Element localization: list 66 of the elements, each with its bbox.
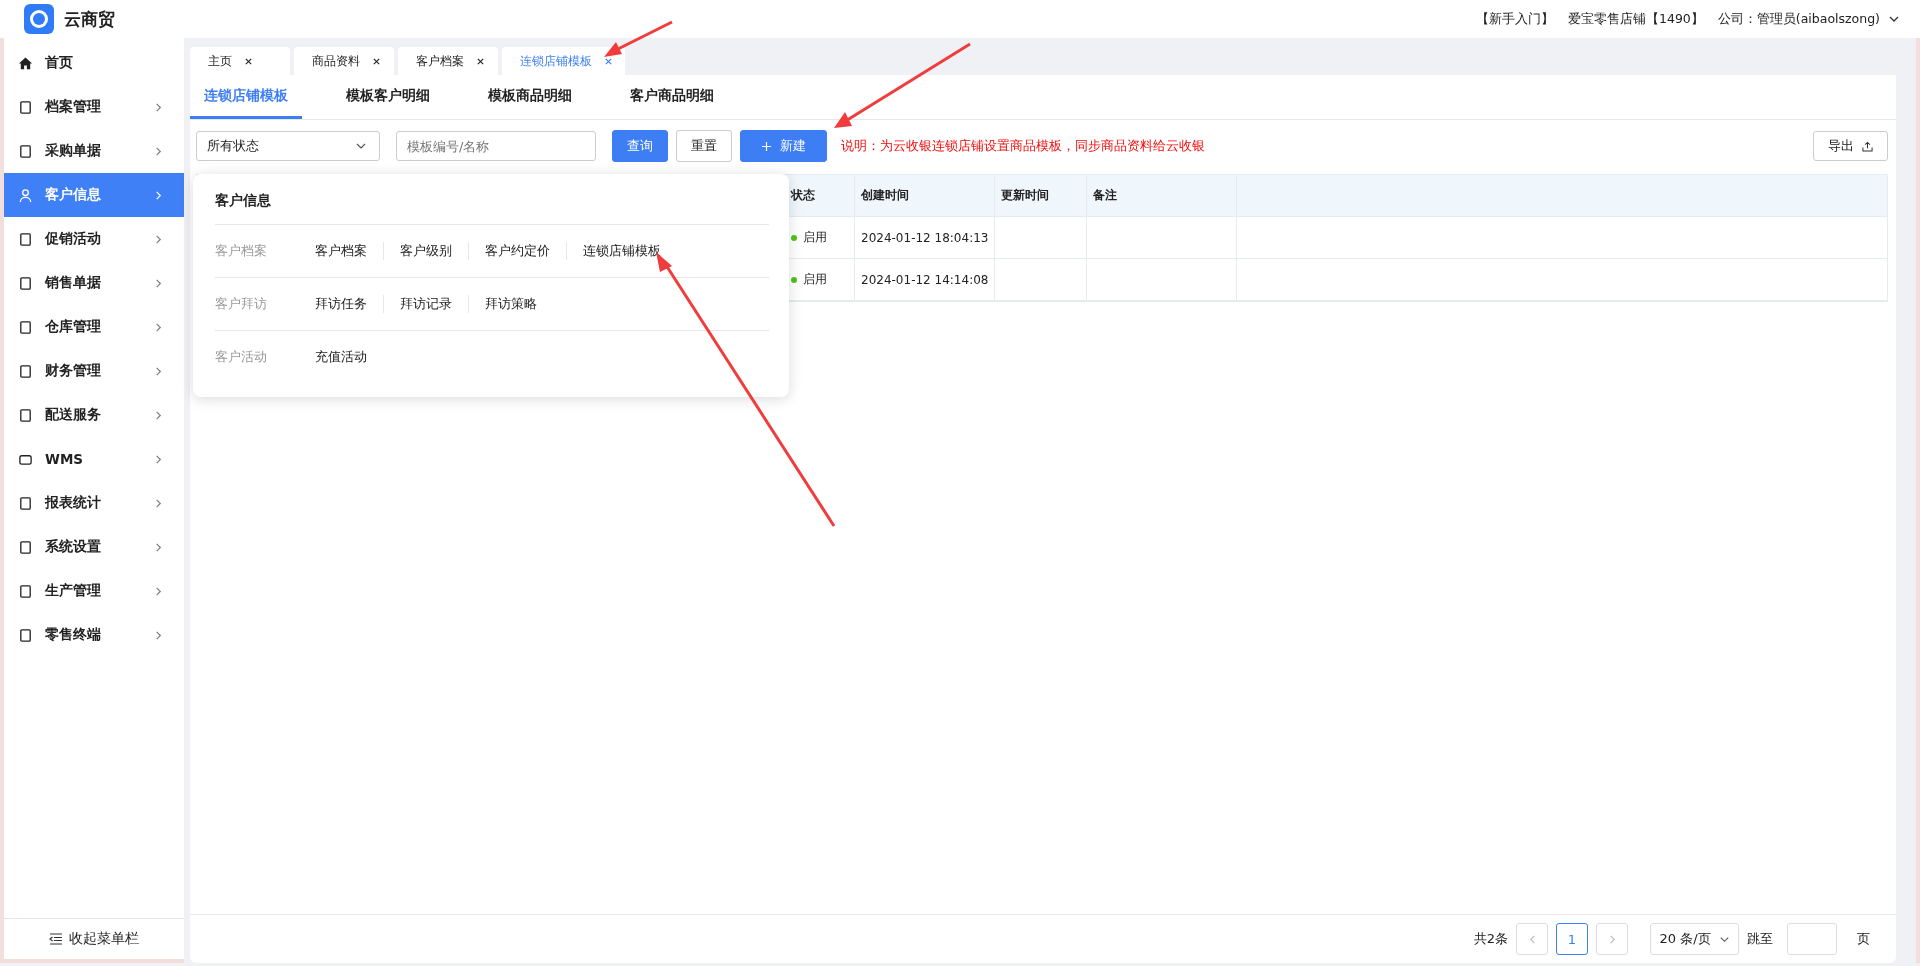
sidebar-item[interactable]: 档案管理 — [4, 85, 184, 129]
popup-menu-item[interactable]: 客户级别 — [383, 242, 468, 260]
annotation-arrow — [604, 20, 673, 57]
page-tab[interactable]: 客户档案 — [398, 47, 498, 75]
upload-icon — [1862, 140, 1873, 152]
sidebar-item[interactable]: 首页 — [4, 41, 184, 85]
sidebar-item[interactable]: 配送服务 — [4, 393, 184, 437]
popup-menu-item[interactable]: 拜访任务 — [315, 295, 383, 313]
page-suffix: 页 — [1857, 930, 1870, 948]
status-text: 启用 — [803, 229, 827, 246]
app-logo-icon — [24, 4, 54, 34]
app-name: 云商贸 — [64, 7, 115, 31]
table-cell: 2024-01-12 14:14:08 — [861, 272, 989, 287]
page-jump-field[interactable] — [1787, 923, 1837, 955]
sidebar-item[interactable]: 财务管理 — [4, 349, 184, 393]
sub-tab[interactable]: 模板商品明细 — [474, 75, 586, 119]
export-button[interactable]: 导出 — [1813, 131, 1888, 161]
sidebar-item[interactable]: 零售终端 — [4, 613, 184, 657]
close-icon[interactable] — [476, 56, 485, 66]
collapse-icon — [49, 933, 63, 945]
sidebar-item[interactable]: 仓库管理 — [4, 305, 184, 349]
collapse-menu-button[interactable]: 收起菜单栏 — [4, 918, 184, 959]
table-cell: 2024-01-12 18:04:13 — [861, 230, 989, 245]
header-link[interactable]: 【新手入门】 — [1476, 10, 1554, 28]
popup-menu-item[interactable]: 拜访策略 — [468, 295, 553, 313]
sub-tab[interactable]: 模板客户明细 — [332, 75, 444, 119]
status-text: 启用 — [803, 271, 827, 288]
popup-menu-item[interactable]: 客户约定价 — [468, 242, 566, 260]
page-size-select[interactable]: 20 条/页 — [1650, 923, 1739, 955]
page-number-button[interactable]: 1 — [1556, 923, 1588, 955]
column-header: 更新时间 — [995, 175, 1087, 216]
sidebar-item[interactable]: 促销活动 — [4, 217, 184, 261]
sidebar-item[interactable]: 销售单据 — [4, 261, 184, 305]
query-button[interactable]: 查询 — [612, 130, 668, 162]
note-text: 说明：为云收银连锁店铺设置商品模板，同步商品资料给云收银 — [841, 137, 1205, 155]
sidebar-item[interactable]: 系统设置 — [4, 525, 184, 569]
group-label: 客户档案 — [215, 242, 268, 260]
sidebar-item[interactable]: 采购单据 — [4, 129, 184, 173]
popup-title: 客户信息 — [215, 182, 769, 225]
column-header: 创建时间 — [855, 175, 995, 216]
close-icon[interactable] — [244, 56, 253, 66]
popup-menu-item[interactable]: 拜访记录 — [383, 295, 468, 313]
new-button[interactable]: 新建 — [740, 130, 827, 162]
plus-icon — [761, 140, 772, 152]
close-icon[interactable] — [372, 56, 381, 66]
popup-menu-item[interactable]: 充值活动 — [315, 348, 383, 366]
total-count: 共2条 — [1473, 930, 1508, 948]
column-header: 备注 — [1087, 175, 1237, 216]
sub-tab[interactable]: 客户商品明细 — [616, 75, 728, 119]
popup-menu-item[interactable]: 客户档案 — [315, 242, 383, 260]
jump-label: 跳至 — [1747, 930, 1773, 948]
group-label: 客户拜访 — [215, 295, 268, 313]
search-field[interactable]: 模板编号/名称 — [396, 131, 596, 161]
header-link[interactable]: 爱宝零售店铺【1490】 — [1568, 10, 1704, 28]
group-label: 客户活动 — [215, 348, 268, 366]
sidebar-item[interactable]: WMS — [4, 437, 184, 481]
sidebar-item[interactable]: 报表统计 — [4, 481, 184, 525]
page-tab[interactable]: 连锁店铺模板 — [502, 47, 625, 75]
reset-button[interactable]: 重置 — [676, 130, 732, 162]
page-tab[interactable]: 商品资料 — [294, 47, 394, 75]
header-link[interactable]: 公司：管理员(aibaolszong) — [1717, 10, 1880, 28]
sidebar-item[interactable]: 客户信息 — [4, 173, 184, 217]
sidebar-item[interactable]: 生产管理 — [4, 569, 184, 613]
status-select[interactable]: 所有状态 — [196, 131, 380, 161]
page-tab[interactable]: 主页 — [190, 47, 290, 75]
sub-tab[interactable]: 连锁店铺模板 — [190, 75, 302, 119]
